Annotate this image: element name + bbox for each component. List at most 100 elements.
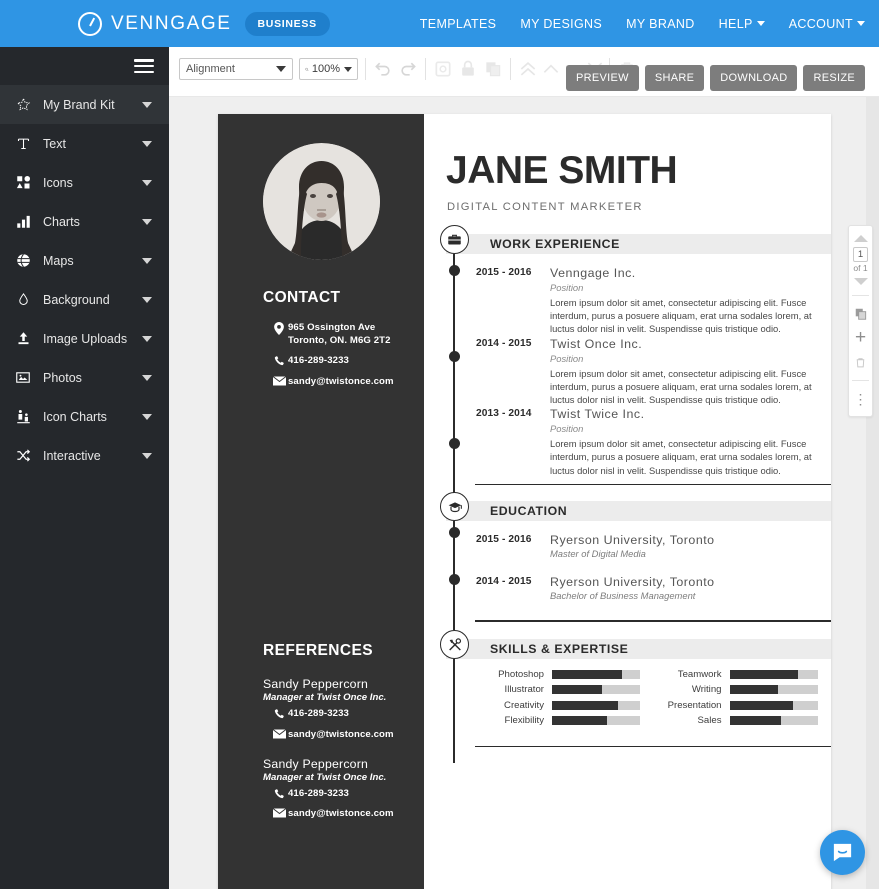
nav-my-brand[interactable]: MY BRAND xyxy=(626,17,695,31)
sidebar-item-interactive[interactable]: Interactive xyxy=(0,436,169,475)
education-entry-organization: Ryerson University, Toronto xyxy=(550,575,715,590)
reference-phone: 416-289-3233 xyxy=(288,787,349,799)
skill-label: Presentation xyxy=(667,699,722,711)
search-icon xyxy=(305,67,309,71)
sidebar-item-photos[interactable]: Photos xyxy=(0,358,169,397)
nav-help[interactable]: HELP xyxy=(719,17,765,31)
skill-bar-fill xyxy=(729,685,778,695)
undo-icon[interactable] xyxy=(373,59,393,79)
share-button[interactable]: SHARE xyxy=(644,65,705,91)
people-chart-icon xyxy=(12,409,34,424)
alignment-select-label: Alignment xyxy=(186,63,235,75)
work-entry-dates: 2015 - 2016 xyxy=(476,267,532,278)
section-end-rule xyxy=(475,483,831,486)
brand-logo-group[interactable]: VENNGAGE BUSINESS xyxy=(78,11,330,36)
duplicate-page-icon[interactable] xyxy=(852,305,870,323)
tools-icon xyxy=(440,630,469,660)
zoom-select[interactable]: 100% xyxy=(299,58,358,80)
work-entry: 2015 - 2016 Venngage Inc. Position Lorem… xyxy=(446,266,831,336)
skill-bar-fill xyxy=(552,670,623,680)
skill-row: Presentation xyxy=(654,700,832,711)
nav-account[interactable]: ACCOUNT xyxy=(789,17,865,31)
reference-phone-row: 416-289-3233 xyxy=(270,788,424,801)
resize-button[interactable]: RESIZE xyxy=(803,65,865,91)
education-entry: 2015 - 2016 Ryerson University, Toronto … xyxy=(446,533,831,559)
alignment-select[interactable]: Alignment xyxy=(179,58,293,80)
page-number-input[interactable]: 1 xyxy=(853,247,868,262)
page-navigator-panel: 1 of 1 + ⋮ xyxy=(848,225,873,417)
section-end-rule xyxy=(475,620,831,623)
sidebar-label: Interactive xyxy=(43,448,101,463)
contact-address-line2: Toronto, ON. M6G 2T2 xyxy=(288,334,391,346)
timeline-dot xyxy=(448,527,460,539)
briefcase-icon xyxy=(440,225,469,254)
droplet-icon xyxy=(12,292,34,307)
page-down-icon[interactable] xyxy=(853,278,868,285)
work-entry-description: Lorem ipsum dolor sit amet, consectetur … xyxy=(550,297,812,335)
work-entry-description: Lorem ipsum dolor sit amet, consectetur … xyxy=(550,367,812,406)
left-sidebar: My Brand Kit Text Icons Charts Maps Back… xyxy=(0,47,169,889)
crop-icon[interactable] xyxy=(433,59,453,79)
skill-row: Photoshop xyxy=(476,669,654,680)
skill-label: Photoshop xyxy=(498,669,544,681)
toolbar-divider xyxy=(425,58,426,80)
nav-templates-label: TEMPLATES xyxy=(419,16,497,31)
bring-forward-icon[interactable] xyxy=(541,59,561,79)
bring-to-front-icon[interactable] xyxy=(518,59,538,79)
page-up-icon[interactable] xyxy=(853,235,868,242)
sidebar-item-image-uploads[interactable]: Image Uploads xyxy=(0,319,169,358)
duplicate-icon[interactable] xyxy=(483,59,503,79)
skills-column-right: Teamwork Writing Presentation Sales xyxy=(654,669,832,731)
chevron-down-icon xyxy=(142,335,152,342)
nav-templates[interactable]: TEMPLATES xyxy=(420,17,497,31)
sidebar-label: My Brand Kit xyxy=(43,97,115,112)
download-button[interactable]: DOWNLOAD xyxy=(710,65,798,91)
skill-label: Creativity xyxy=(504,699,544,711)
reference-email: sandy@twistonce.com xyxy=(288,728,394,740)
chevron-down-icon xyxy=(142,374,152,381)
phone-icon xyxy=(270,355,288,366)
skill-bar-track xyxy=(552,670,640,680)
sidebar-item-maps[interactable]: Maps xyxy=(0,241,169,280)
skill-bar-fill xyxy=(552,685,603,695)
canvas-scroll-gutter[interactable] xyxy=(866,97,879,889)
skill-bar-fill xyxy=(729,716,781,726)
sidebar-item-charts[interactable]: Charts xyxy=(0,202,169,241)
brand-name: VENNGAGE xyxy=(111,12,232,34)
sidebar-item-icons[interactable]: Icons xyxy=(0,163,169,202)
preview-button[interactable]: PREVIEW xyxy=(566,65,639,91)
sidebar-item-text[interactable]: Text xyxy=(0,124,169,163)
lock-icon[interactable] xyxy=(458,59,478,79)
resume-job-title: DIGITAL CONTENT MARKETER xyxy=(447,201,643,213)
reference-email-row: sandy@twistonce.com xyxy=(270,808,424,821)
resume-name: JANE SMITH xyxy=(446,149,678,192)
toolbar-divider xyxy=(365,58,366,80)
education-section: EDUCATION 2015 - 2016 Ryerson University… xyxy=(440,492,831,631)
education-heading: EDUCATION xyxy=(490,504,568,519)
sidebar-item-icon-charts[interactable]: Icon Charts xyxy=(0,397,169,436)
redo-icon[interactable] xyxy=(398,59,418,79)
more-options-icon[interactable]: ⋮ xyxy=(852,390,870,408)
plan-badge: BUSINESS xyxy=(244,11,330,36)
timeline-dot xyxy=(448,574,460,586)
nav-my-designs[interactable]: MY DESIGNS xyxy=(520,17,602,31)
panel-divider xyxy=(852,380,869,381)
hamburger-menu-icon[interactable] xyxy=(134,59,154,74)
skill-row: Creativity xyxy=(476,700,654,711)
sidebar-item-my-brand-kit[interactable]: My Brand Kit xyxy=(0,85,169,124)
chat-launcher-button[interactable] xyxy=(820,830,865,875)
editor-action-buttons: PREVIEW SHARE DOWNLOAD RESIZE xyxy=(566,65,865,91)
add-page-icon[interactable]: + xyxy=(852,328,870,347)
skills-column-left: Photoshop Illustrator Creativity Flexibi… xyxy=(476,669,654,731)
design-canvas-page[interactable]: CONTACT 965 Ossington Ave Toronto, ON. M… xyxy=(218,114,831,889)
work-experience-heading-bar: WORK EXPERIENCE xyxy=(446,234,831,254)
contact-address: 965 Ossington Ave Toronto, ON. M6G 2T2 xyxy=(288,322,391,347)
resume-right-column: JANE SMITH DIGITAL CONTENT MARKETER WORK… xyxy=(424,114,831,889)
venngage-clock-icon xyxy=(78,11,102,36)
skill-label: Teamwork xyxy=(677,669,722,681)
chevron-down-icon xyxy=(142,179,152,186)
skill-bar-track xyxy=(729,670,818,680)
canvas-workspace[interactable]: CONTACT 965 Ossington Ave Toronto, ON. M… xyxy=(169,97,879,889)
delete-page-icon[interactable] xyxy=(852,353,870,371)
sidebar-item-background[interactable]: Background xyxy=(0,280,169,319)
